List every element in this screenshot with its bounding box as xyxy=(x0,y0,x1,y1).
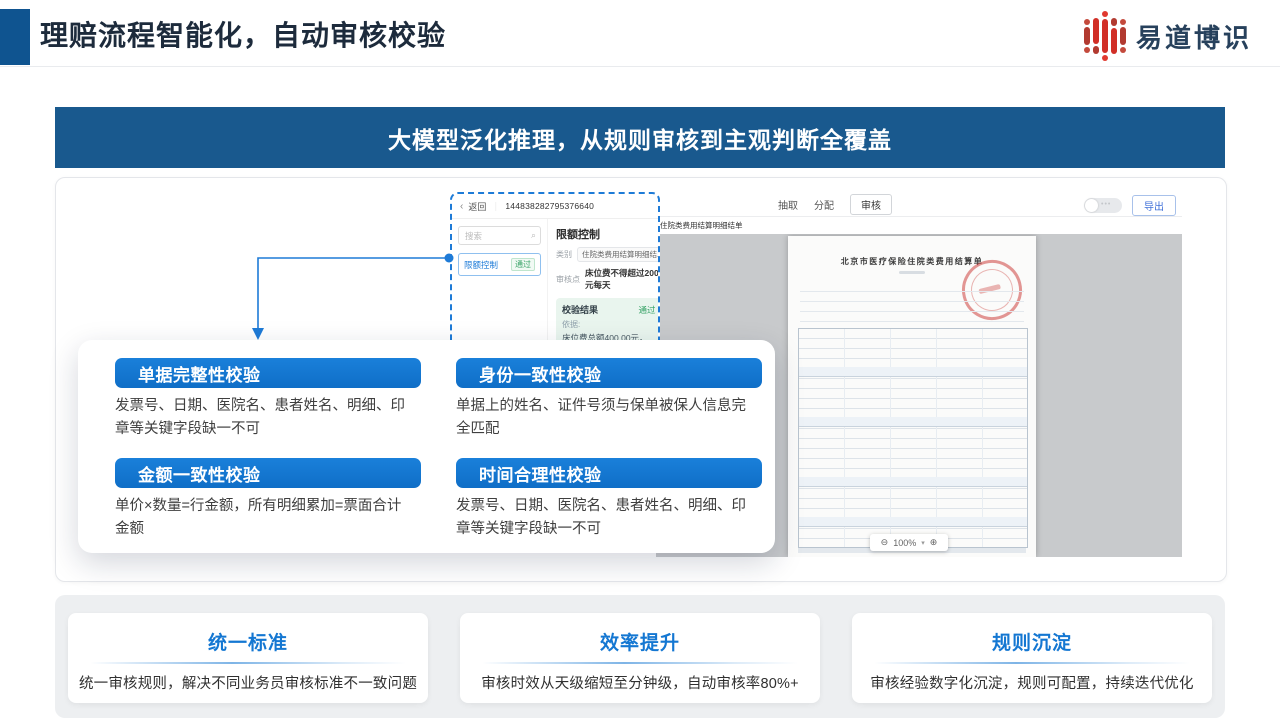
header: 理赔流程智能化，自动审核校验 xyxy=(0,0,1280,67)
document-table-skeleton xyxy=(798,328,1028,548)
document-subtitle-skeleton xyxy=(899,271,925,274)
search-icon: ⌕ xyxy=(531,230,536,241)
back-chevron-icon[interactable]: ‹ xyxy=(460,201,463,212)
app-toolbar: 抽取 分配 审核 ••• 导出 xyxy=(656,192,1182,217)
result-status: 通过 xyxy=(639,304,656,316)
benefit-title: 统一标准 xyxy=(68,628,428,655)
benefit-title: 规则沉淀 xyxy=(852,628,1212,655)
section-banner: 大模型泛化推理，从规则审核到主观判断全覆盖 xyxy=(55,107,1225,168)
check-item-amount: 金额一致性校验 单价×数量=行金额，所有明细累加=票面合计金额 xyxy=(115,458,415,541)
toolbar-tabs: 抽取 分配 审核 xyxy=(778,194,892,215)
toggle-knob xyxy=(1085,199,1098,212)
logo-text: 易道博识 xyxy=(1136,18,1252,55)
title-accent-square xyxy=(0,9,30,65)
logo-icon xyxy=(1084,12,1126,60)
check-item-identity: 身份一致性校验 单据上的姓名、证件号须与保单被保人信息完全匹配 xyxy=(456,358,756,441)
document-id: 144838282795376640 xyxy=(505,201,594,211)
benefits-panel: 统一标准 统一审核规则，解决不同业务员审核标准不一致问题 效率提升 审核时效从天… xyxy=(55,595,1225,718)
rule-check-panel: ‹ 返回 ｜ 144838282795376640 ⌕ 限额控制 通过 限额控制… xyxy=(450,192,660,349)
checkpoint-label: 审核点 xyxy=(556,274,580,285)
benefit-card-rules: 规则沉淀 审核经验数字化沉淀，规则可配置，持续迭代优化 xyxy=(852,613,1212,703)
check-title-bar: 时间合理性校验 xyxy=(456,458,762,488)
validation-checks-card: 单据完整性校验 发票号、日期、医院名、患者姓名、明细、印章等关键字段缺一不可 身… xyxy=(78,340,775,553)
basis-label: 依据: xyxy=(562,319,656,330)
slide: 理赔流程智能化，自动审核校验 xyxy=(0,0,1280,720)
benefit-title: 效率提升 xyxy=(460,628,820,655)
document-tab-label[interactable]: 住院类费用结算明细结单 xyxy=(660,220,743,231)
check-desc: 单价×数量=行金额，所有明细累加=票面合计金额 xyxy=(115,495,415,541)
rule-title: 限额控制 xyxy=(556,226,660,242)
checkpoint-value: 床位费不得超过200元每天 xyxy=(585,267,660,291)
check-desc: 发票号、日期、医院名、患者姓名、明细、印章等关键字段缺一不可 xyxy=(115,395,415,441)
title-underline xyxy=(90,662,407,664)
panel-header: ‹ 返回 ｜ 144838282795376640 xyxy=(452,194,658,219)
benefit-desc: 统一审核规则，解决不同业务员审核标准不一致问题 xyxy=(68,672,428,693)
zoom-out-icon[interactable]: ⊖ xyxy=(881,537,889,548)
rule-list-item[interactable]: 限额控制 通过 xyxy=(458,253,541,276)
page-title: 理赔流程智能化，自动审核校验 xyxy=(40,14,446,54)
zoom-level: 100% xyxy=(893,538,916,548)
document-page: 北京市医疗保险住院类费用结算单 xyxy=(788,236,1036,557)
title-underline xyxy=(874,662,1191,664)
brand-logo: 易道博识 xyxy=(1084,12,1252,60)
banner-text: 大模型泛化推理，从规则审核到主观判断全覆盖 xyxy=(388,121,892,155)
tab-review[interactable]: 审核 xyxy=(850,194,892,215)
benefit-card-standard: 统一标准 统一审核规则，解决不同业务员审核标准不一致问题 xyxy=(68,613,428,703)
category-label: 类别 xyxy=(556,249,572,260)
zoom-control: ⊖ 100% ▾ ⊕ xyxy=(870,534,948,551)
mode-toggle[interactable]: ••• xyxy=(1084,198,1122,213)
benefit-desc: 审核时效从天级缩短至分钟级，自动审核率80%+ xyxy=(460,672,820,693)
benefit-desc: 审核经验数字化沉淀，规则可配置，持续迭代优化 xyxy=(852,672,1212,693)
check-title-bar: 身份一致性校验 xyxy=(456,358,762,388)
caret-down-icon[interactable]: ▾ xyxy=(921,539,925,547)
check-item-time: 时间合理性校验 发票号、日期、医院名、患者姓名、明细、印章等关键字段缺一不可 xyxy=(456,458,756,541)
benefit-card-efficiency: 效率提升 审核时效从天级缩短至分钟级，自动审核率80%+ xyxy=(460,613,820,703)
check-desc: 单据上的姓名、证件号须与保单被保人信息完全匹配 xyxy=(456,395,756,441)
search-input[interactable] xyxy=(463,230,531,242)
tab-assign[interactable]: 分配 xyxy=(814,197,834,212)
search-box[interactable]: ⌕ xyxy=(458,226,541,245)
document-info-skeleton xyxy=(800,282,1024,322)
category-tag: 住院类费用结算明细结单 xyxy=(577,247,660,262)
tab-extract[interactable]: 抽取 xyxy=(778,197,798,212)
result-title: 校验结果 xyxy=(562,303,598,316)
back-link[interactable]: 返回 xyxy=(468,200,486,213)
check-desc: 发票号、日期、医院名、患者姓名、明细、印章等关键字段缺一不可 xyxy=(456,495,756,541)
title-underline xyxy=(482,662,799,664)
rule-list: ⌕ 限额控制 通过 xyxy=(452,219,548,346)
check-item-completeness: 单据完整性校验 发票号、日期、医院名、患者姓名、明细、印章等关键字段缺一不可 xyxy=(115,358,415,441)
rule-detail: 限额控制 类别 住院类费用结算明细结单 审核点 床位费不得超过200元每天 校验… xyxy=(548,219,660,346)
check-title-bar: 金额一致性校验 xyxy=(115,458,421,488)
status-badge: 通过 xyxy=(511,258,535,271)
check-title-bar: 单据完整性校验 xyxy=(115,358,421,388)
export-button[interactable]: 导出 xyxy=(1132,195,1176,216)
zoom-in-icon[interactable]: ⊕ xyxy=(930,537,938,548)
